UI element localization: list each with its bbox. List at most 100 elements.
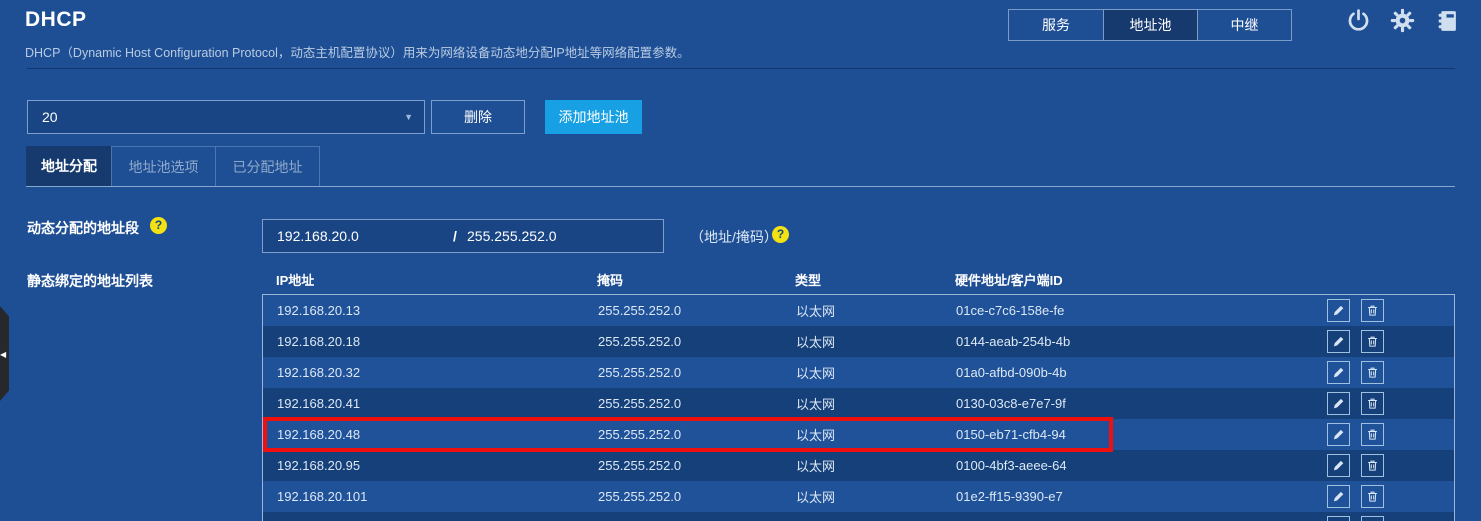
row-actions [1327, 423, 1454, 446]
delete-row-button[interactable] [1361, 361, 1384, 384]
pool-select-value: 20 [42, 109, 58, 125]
delete-row-button[interactable] [1361, 485, 1384, 508]
tab-address-pool[interactable]: 地址池 [1103, 10, 1197, 40]
tab-service[interactable]: 服务 [1009, 10, 1103, 40]
col-ip: IP地址 [276, 273, 315, 288]
edit-row-button[interactable] [1327, 330, 1350, 353]
table-row[interactable]: 192.168.20.101 255.255.252.0 以太网 01e2-ff… [263, 481, 1454, 512]
col-type: 类型 [795, 273, 822, 288]
log-notebook-icon[interactable] [1434, 8, 1459, 33]
help-icon[interactable]: ? [150, 217, 167, 234]
settings-gear-icon[interactable] [1390, 8, 1415, 33]
edit-row-button[interactable] [1327, 485, 1350, 508]
edit-row-button[interactable] [1327, 361, 1350, 384]
address-mask-hint: （地址/掩码） [690, 229, 778, 245]
pool-detail-tabs: 地址分配 地址池选项 已分配地址 [26, 146, 1455, 187]
table-row[interactable]: 192.168.20.32 255.255.252.0 以太网 01a0-afb… [263, 357, 1454, 388]
cell-mask: 255.255.252.0 [598, 458, 682, 473]
tab-allocated-addresses[interactable]: 已分配地址 [215, 146, 320, 186]
sidebar-collapse-handle[interactable]: ◀ [0, 306, 9, 401]
cell-hw: 01ce-c7c6-158e-fe [956, 303, 1065, 318]
trash-icon [1368, 429, 1377, 440]
table-row[interactable]: 192.168.20.41 255.255.252.0 以太网 0130-03c… [263, 388, 1454, 419]
cell-type: 以太网 [796, 397, 836, 412]
trash-icon [1368, 367, 1377, 378]
top-nav-tabs: 服务 地址池 中继 [1008, 9, 1292, 41]
edit-row-button[interactable] [1327, 423, 1350, 446]
edit-row-button[interactable] [1327, 454, 1350, 477]
col-mask: 掩码 [597, 273, 624, 288]
cell-ip: 192.168.20.95 [277, 458, 361, 473]
cell-hw: 0100-4bf3-aeee-64 [956, 458, 1067, 473]
pencil-icon [1333, 429, 1344, 440]
cell-mask: 255.255.252.0 [598, 303, 682, 318]
cell-type: 以太网 [796, 366, 836, 381]
trash-icon [1368, 398, 1377, 409]
cell-type: 以太网 [796, 490, 836, 505]
cell-hw: 01e2-ff15-9390-e7 [956, 489, 1063, 504]
dynamic-range-input[interactable]: 192.168.20.0 / 255.255.252.0 [262, 219, 664, 253]
power-icon[interactable] [1346, 8, 1371, 33]
cell-ip: 192.168.20.41 [277, 396, 361, 411]
cell-mask: 255.255.252.0 [598, 365, 682, 380]
cell-hw: 0130-03c8-e7e7-9f [956, 396, 1066, 411]
table-row[interactable]: 192.168.20.48 255.255.252.0 以太网 0150-eb7… [263, 419, 1454, 450]
edit-row-button[interactable] [1327, 392, 1350, 415]
page-subtitle: DHCP（Dynamic Host Configuration Protocol… [25, 46, 690, 60]
pencil-icon [1333, 491, 1344, 502]
cell-ip: 192.168.20.32 [277, 365, 361, 380]
pool-select-dropdown[interactable]: 20 ▼ [27, 100, 425, 134]
tab-relay[interactable]: 中继 [1197, 10, 1291, 40]
edit-row-button[interactable] [1327, 516, 1350, 521]
pencil-icon [1333, 305, 1344, 316]
delete-row-button[interactable] [1361, 423, 1384, 446]
delete-row-button[interactable] [1361, 454, 1384, 477]
cell-type: 以太网 [796, 428, 836, 443]
chevron-down-icon: ▼ [404, 112, 413, 122]
cell-mask: 255.255.252.0 [598, 427, 682, 442]
page-title: DHCP [25, 8, 87, 31]
trash-icon [1368, 336, 1377, 347]
row-actions [1327, 485, 1454, 508]
delete-row-button[interactable] [1361, 299, 1384, 322]
cell-mask: 255.255.252.0 [598, 334, 682, 349]
help-icon[interactable]: ? [772, 226, 789, 243]
static-binding-table: 192.168.20.13 255.255.252.0 以太网 01ce-c7c… [262, 294, 1455, 521]
tab-pool-options[interactable]: 地址池选项 [111, 146, 216, 186]
delete-row-button[interactable] [1361, 516, 1384, 521]
dhcp-page: DHCP DHCP（Dynamic Host Configuration Pro… [0, 0, 1481, 521]
pencil-icon [1333, 336, 1344, 347]
tab-address-allocation[interactable]: 地址分配 [26, 146, 112, 186]
header-icons [1346, 8, 1459, 33]
cell-type: 以太网 [796, 335, 836, 350]
pencil-icon [1333, 367, 1344, 378]
add-pool-button[interactable]: 添加地址池 [545, 100, 642, 134]
table-row[interactable]: 192.168.20.13 255.255.252.0 以太网 01ce-c7c… [263, 295, 1454, 326]
cell-hw: 0150-eb71-cfb4-94 [956, 427, 1066, 442]
address-field[interactable]: 192.168.20.0 [263, 228, 443, 244]
mask-field[interactable]: 255.255.252.0 [467, 228, 663, 244]
cell-type: 以太网 [796, 459, 836, 474]
row-actions [1327, 454, 1454, 477]
table-row[interactable]: 192.168.20.95 255.255.252.0 以太网 0100-4bf… [263, 450, 1454, 481]
edit-row-button[interactable] [1327, 299, 1350, 322]
row-actions [1327, 392, 1454, 415]
dynamic-range-label: 动态分配的地址段 [27, 220, 139, 236]
static-list-label: 静态绑定的地址列表 [27, 273, 153, 289]
cell-mask: 255.255.252.0 [598, 489, 682, 504]
delete-pool-button[interactable]: 删除 [431, 100, 525, 134]
delete-row-button[interactable] [1361, 392, 1384, 415]
col-hw: 硬件地址/客户端ID [955, 273, 1063, 288]
table-row[interactable]: 192.168.20.18 255.255.252.0 以太网 0144-aea… [263, 326, 1454, 357]
pencil-icon [1333, 460, 1344, 471]
pencil-icon [1333, 398, 1344, 409]
cell-type: 以太网 [796, 304, 836, 319]
row-actions [1327, 361, 1454, 384]
trash-icon [1368, 305, 1377, 316]
delete-row-button[interactable] [1361, 330, 1384, 353]
trash-icon [1368, 460, 1377, 471]
cell-hw: 01a0-afbd-090b-4b [956, 365, 1067, 380]
row-actions [1327, 330, 1454, 353]
table-row[interactable] [263, 512, 1454, 521]
cell-ip: 192.168.20.48 [277, 427, 361, 442]
